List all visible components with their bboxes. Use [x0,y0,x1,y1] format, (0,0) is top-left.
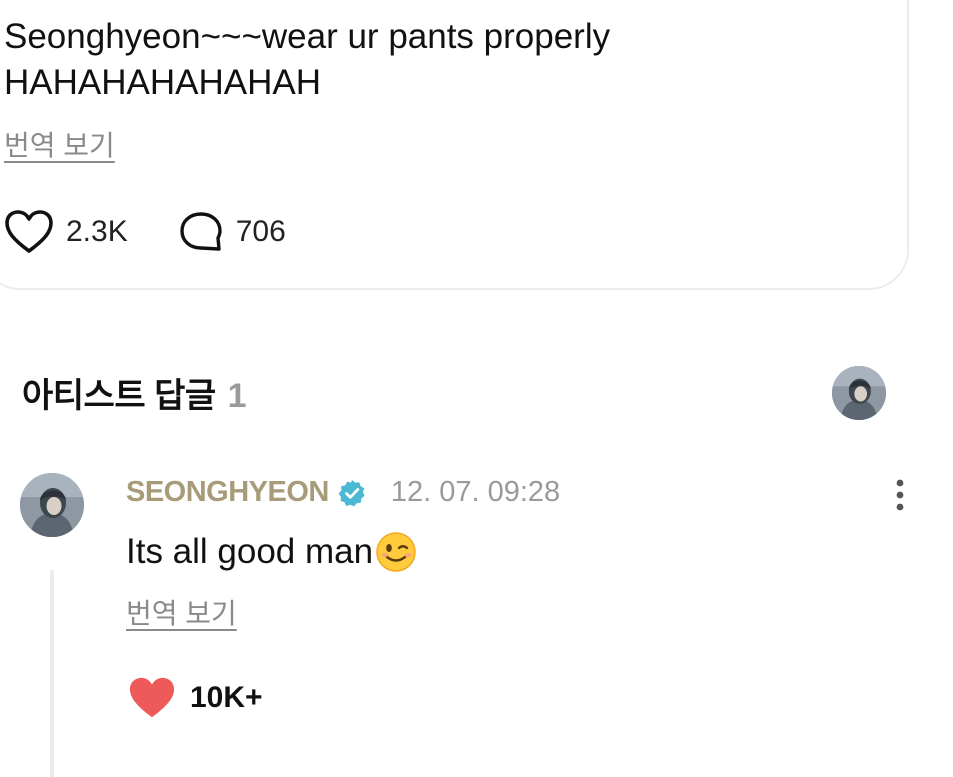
more-vertical-icon[interactable] [888,476,912,516]
speech-bubble-icon [178,210,224,254]
avatar-image [832,366,886,420]
verified-badge-icon [337,478,367,508]
artist-reply-screen: Seonghyeon~~~wear ur pants properly HAHA… [0,0,953,777]
post-card: Seonghyeon~~~wear ur pants properly HAHA… [0,0,909,290]
artist-replies-title: 아티스트 답글 [22,377,216,415]
artist-replies-count: 1 [227,377,247,415]
post-text: Seonghyeon~~~wear ur pants properly HAHA… [4,17,611,102]
heart-filled-icon [128,676,176,720]
reply-text: Its all good man [126,532,374,571]
post-translate-link[interactable]: 번역 보기 [4,124,115,164]
reply-like-count: 10K+ [190,681,263,714]
reply-meta: SEONGHYEON 12. 07. 09:28 [126,476,560,509]
reply-like-button[interactable]: 10K+ [128,676,263,720]
reply-translate-link[interactable]: 번역 보기 [126,592,237,632]
artist-replies-header: 아티스트 답글 1 [22,368,247,417]
thread-line [50,570,54,777]
reply-timestamp: 12. 07. 09:28 [390,476,561,508]
post-like-count: 2.3K [66,215,128,248]
post-actions: 2.3K 706 [4,210,286,254]
reply-author-avatar[interactable] [20,473,84,537]
winking-face-emoji [375,531,417,573]
avatar-image [20,473,84,537]
post-like-button[interactable]: 2.3K [4,210,128,254]
heart-outline-icon [4,210,54,254]
post-comment-count: 706 [235,215,286,248]
reply-author-name[interactable]: SEONGHYEON [126,476,329,509]
post-comment-button[interactable]: 706 [178,210,286,254]
reply-body: Its all good man [126,530,417,574]
artist-avatar[interactable] [832,366,886,420]
